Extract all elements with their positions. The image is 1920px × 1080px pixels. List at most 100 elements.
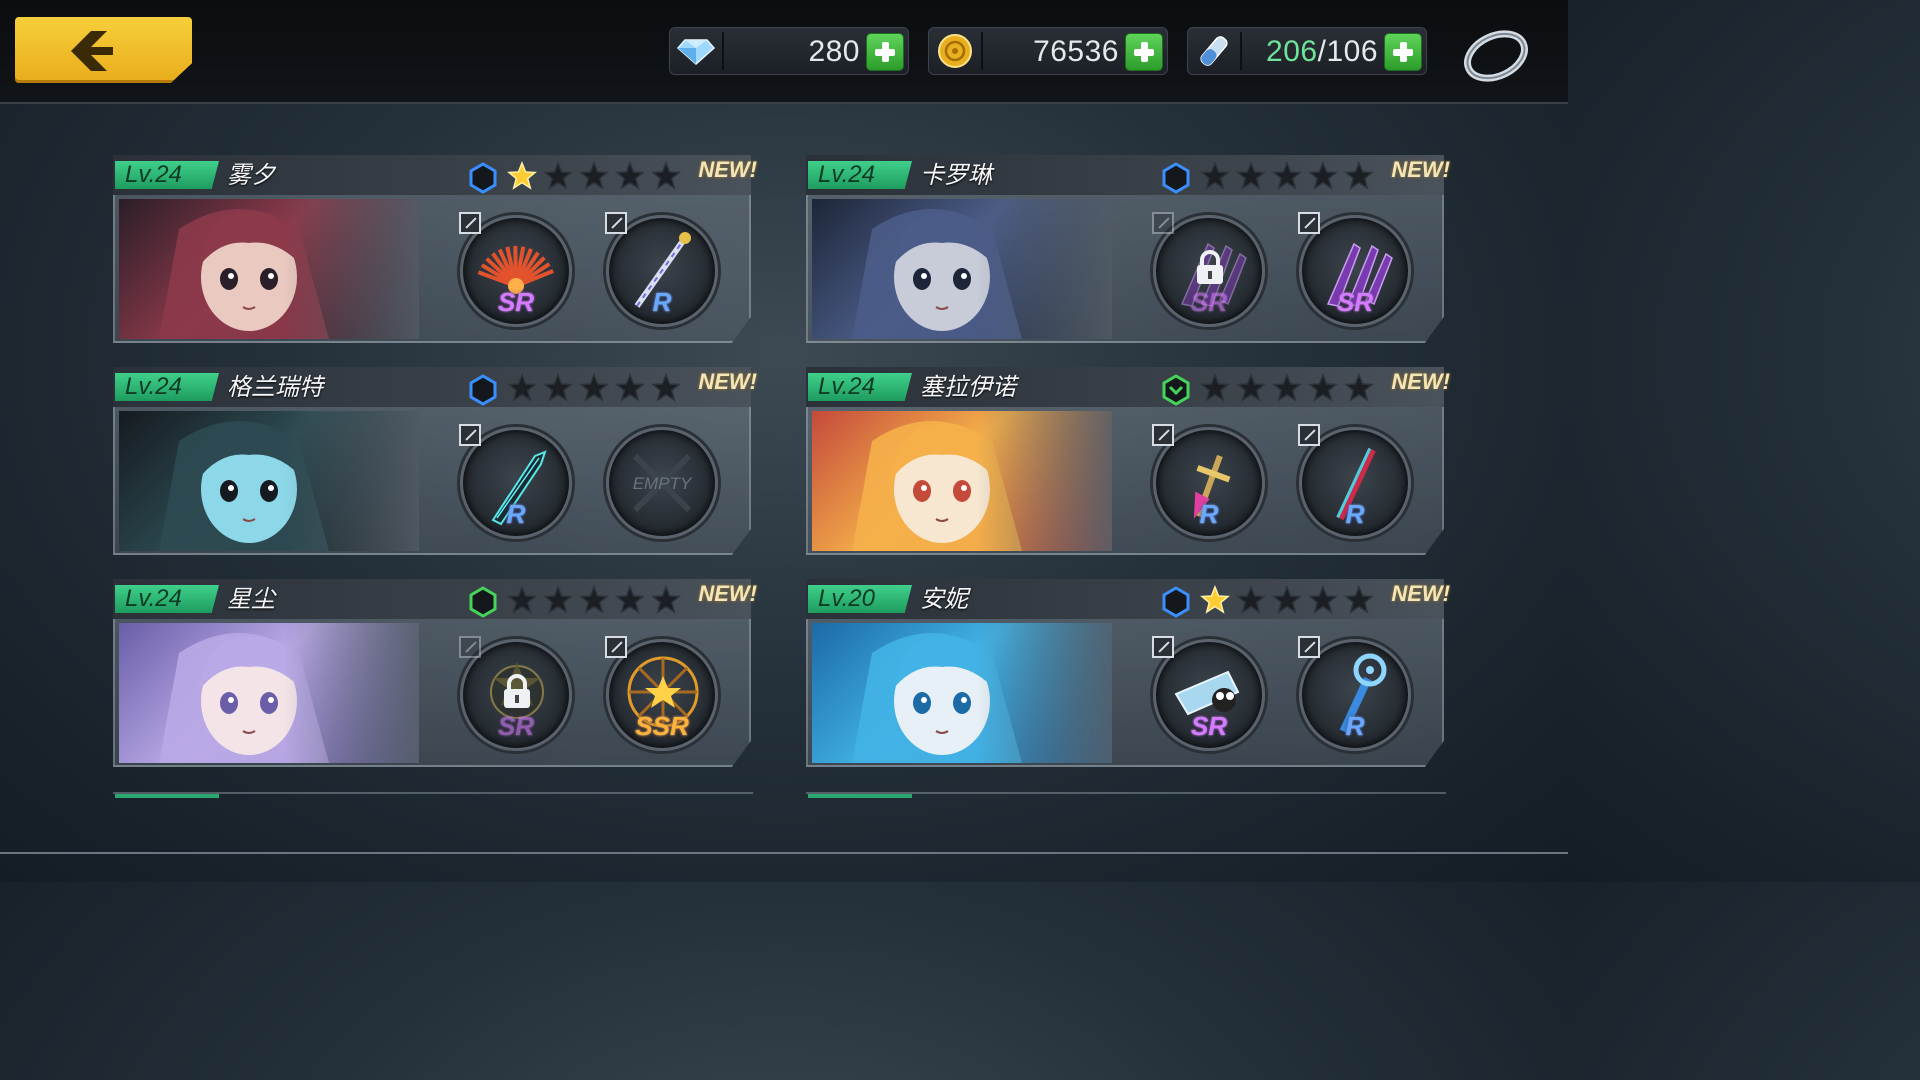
character-portrait[interactable] bbox=[119, 411, 419, 551]
character-card[interactable]: Lv.24 塞拉伊诺 NEW! R R bbox=[806, 367, 1450, 557]
character-card[interactable]: Lv.24 星尘 NEW! SR SSR bbox=[113, 579, 757, 769]
stamina-counter: 206/106 bbox=[1187, 27, 1427, 75]
element-hex-icon bbox=[469, 374, 497, 406]
edit-slot-icon[interactable] bbox=[1152, 424, 1174, 446]
gems-counter: 280 bbox=[669, 27, 909, 75]
star-empty-icon bbox=[507, 373, 537, 402]
star-empty-icon bbox=[1236, 161, 1266, 190]
star-empty-icon bbox=[1272, 161, 1302, 190]
rarity-label: R bbox=[1345, 711, 1365, 741]
character-card-partial[interactable] bbox=[113, 792, 753, 800]
edit-slot-icon[interactable] bbox=[1152, 212, 1174, 234]
edit-slot-icon[interactable] bbox=[1152, 636, 1174, 658]
star-empty-icon bbox=[543, 373, 573, 402]
element-hex-icon bbox=[469, 162, 497, 194]
diamond-icon bbox=[676, 33, 716, 69]
edit-slot-icon[interactable] bbox=[459, 212, 481, 234]
star-rating bbox=[507, 585, 681, 615]
rarity-label: R bbox=[652, 287, 672, 317]
edit-slot-icon[interactable] bbox=[605, 212, 627, 234]
card-header: Lv.24 雾夕 NEW! bbox=[113, 155, 757, 195]
ring-icon bbox=[1464, 30, 1528, 82]
equipment-slot[interactable]: SR bbox=[459, 212, 572, 327]
level-badge: Lv.24 bbox=[808, 373, 912, 401]
star-empty-icon bbox=[651, 585, 681, 614]
rarity-label: SR bbox=[1336, 287, 1374, 317]
new-tag: NEW! bbox=[1391, 581, 1450, 606]
equipment-slot[interactable]: SR bbox=[1152, 636, 1265, 751]
element-hex-icon bbox=[1162, 374, 1190, 406]
rarity-label: R bbox=[506, 499, 526, 529]
back-button[interactable] bbox=[15, 17, 192, 83]
level-badge: Lv.20 bbox=[808, 585, 912, 613]
equipment-slot[interactable]: SSR bbox=[605, 636, 718, 751]
stamina-value: 206/106 bbox=[1266, 34, 1378, 70]
star-empty-icon bbox=[1344, 585, 1374, 614]
new-tag: NEW! bbox=[1391, 369, 1450, 394]
card-header: Lv.24 塞拉伊诺 NEW! bbox=[806, 367, 1450, 407]
equipment-slot[interactable]: SR bbox=[1152, 212, 1265, 327]
character-portrait[interactable] bbox=[812, 623, 1112, 763]
equipment-slot[interactable]: R bbox=[1152, 424, 1265, 539]
rarity-label: R bbox=[1345, 499, 1365, 529]
star-empty-icon bbox=[1236, 373, 1266, 402]
add-gold-button[interactable] bbox=[1125, 33, 1163, 71]
rarity-label: SR bbox=[497, 287, 535, 317]
add-stamina-button[interactable] bbox=[1384, 33, 1422, 71]
gold-counter: 76536 bbox=[928, 27, 1168, 75]
level-badge: Lv.24 bbox=[808, 161, 912, 189]
rarity-label: SR bbox=[1190, 711, 1228, 741]
character-card[interactable]: Lv.24 雾夕 NEW! SR R bbox=[113, 155, 757, 345]
star-empty-icon bbox=[1200, 161, 1230, 190]
ring-menu-button[interactable] bbox=[1460, 20, 1532, 84]
star-rating bbox=[1200, 585, 1374, 615]
star-empty-icon bbox=[579, 585, 609, 614]
star-rating bbox=[507, 373, 681, 403]
star-empty-icon bbox=[1308, 373, 1338, 402]
star-empty-icon bbox=[543, 161, 573, 190]
character-card[interactable]: Lv.20 安妮 NEW! SR R bbox=[806, 579, 1450, 769]
lock-icon bbox=[1197, 250, 1223, 284]
level-badge: Lv.24 bbox=[115, 585, 219, 613]
empty-equipment-slot[interactable]: EMPTY bbox=[606, 427, 718, 539]
character-card[interactable]: Lv.24 卡罗琳 NEW! SR SR bbox=[806, 155, 1450, 345]
equipment-slot[interactable]: R bbox=[605, 212, 718, 327]
star-empty-icon bbox=[1236, 585, 1266, 614]
star-filled-icon bbox=[507, 161, 537, 190]
star-empty-icon bbox=[1344, 161, 1374, 190]
card-header: Lv.24 星尘 NEW! bbox=[113, 579, 757, 619]
star-empty-icon bbox=[1308, 161, 1338, 190]
equipment-slot[interactable]: SR bbox=[1298, 212, 1411, 327]
edit-slot-icon[interactable] bbox=[1298, 424, 1320, 446]
character-portrait[interactable] bbox=[119, 623, 419, 763]
character-name: 卡罗琳 bbox=[920, 161, 992, 189]
rarity-label: SR bbox=[1190, 287, 1228, 317]
empty-slot-label: EMPTY bbox=[632, 474, 692, 493]
character-portrait[interactable] bbox=[812, 199, 1112, 339]
edit-slot-icon[interactable] bbox=[459, 424, 481, 446]
edit-slot-icon[interactable] bbox=[1298, 636, 1320, 658]
stamina-current: 206 bbox=[1266, 35, 1318, 68]
character-card[interactable]: Lv.24 格兰瑞特 NEW! R EMPTY bbox=[113, 367, 757, 557]
star-empty-icon bbox=[579, 373, 609, 402]
edit-slot-icon[interactable] bbox=[459, 636, 481, 658]
equipment-slot[interactable]: R bbox=[1298, 424, 1411, 539]
stamina-max: /106 bbox=[1317, 35, 1378, 68]
star-empty-icon bbox=[1200, 373, 1230, 402]
character-portrait[interactable] bbox=[812, 411, 1112, 551]
equipment-slot[interactable]: R bbox=[459, 424, 572, 539]
star-empty-icon bbox=[507, 585, 537, 614]
new-tag: NEW! bbox=[698, 369, 757, 394]
character-portrait[interactable] bbox=[119, 199, 419, 339]
star-empty-icon bbox=[615, 161, 645, 190]
star-rating bbox=[507, 161, 681, 191]
character-name: 格兰瑞特 bbox=[227, 373, 323, 401]
edit-slot-icon[interactable] bbox=[1298, 212, 1320, 234]
equipment-slot[interactable]: R bbox=[1298, 636, 1411, 751]
equipment-slot[interactable]: SR bbox=[459, 636, 572, 751]
rarity-label: R bbox=[1199, 499, 1219, 529]
add-gems-button[interactable] bbox=[866, 33, 904, 71]
character-card-partial[interactable] bbox=[806, 792, 1446, 800]
character-name: 塞拉伊诺 bbox=[920, 373, 1016, 401]
edit-slot-icon[interactable] bbox=[605, 636, 627, 658]
